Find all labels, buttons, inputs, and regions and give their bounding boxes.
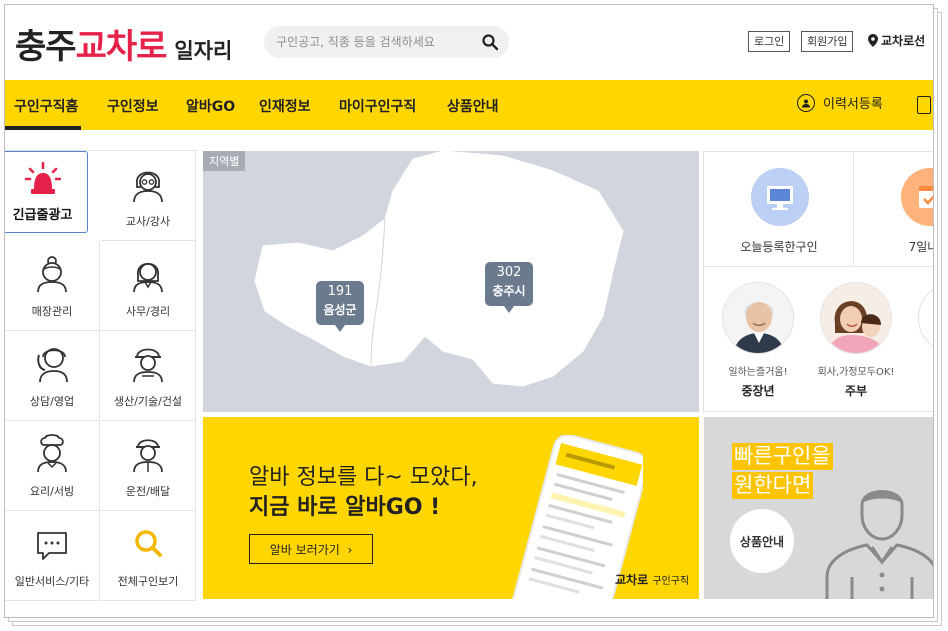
region-map-shape xyxy=(254,151,624,387)
social-jobs-link[interactable]: 사회 xyxy=(914,282,933,382)
housewife-jobs-link[interactable]: 회사,가정모두OK! 주부 xyxy=(816,282,896,399)
teacher-icon xyxy=(133,171,163,203)
category-label: 생산/기술/건설 xyxy=(113,395,183,408)
nav-item-jobs[interactable]: 구인정보 xyxy=(107,96,159,116)
location-pin-icon xyxy=(868,34,878,47)
nav-item-albago[interactable]: 알바GO xyxy=(186,96,235,116)
map-pin-chungju[interactable]: 302 충주시 xyxy=(485,262,533,313)
nav-item-talent[interactable]: 인재정보 xyxy=(259,96,311,116)
category-label: 전체구인보기 xyxy=(117,575,179,588)
promo-subheadline: 원한다면 xyxy=(732,472,814,499)
search-icon[interactable] xyxy=(481,33,499,51)
promo-headline: 빠른구인을 xyxy=(732,443,833,470)
header: 충주 교차로 일자리 로그인 회원가입 교차로선 xyxy=(5,5,933,81)
category-label: 긴급줄광고 xyxy=(12,208,73,223)
albago-button[interactable]: 알바 보러가기 › xyxy=(249,534,373,564)
chat-bubble-icon xyxy=(37,532,67,560)
housewife-subtitle: 회사,가정모두OK! xyxy=(817,367,895,378)
albago-button-label: 알바 보러가기 xyxy=(269,542,340,557)
region-map: 지역별 191 음성군 302 충주시 xyxy=(203,151,699,412)
siren-icon xyxy=(24,162,61,194)
category-label: 요리/서빙 xyxy=(29,485,75,498)
login-button[interactable]: 로그인 xyxy=(748,31,791,52)
location-label: 교차로선 xyxy=(881,34,926,48)
category-label: 운전/배달 xyxy=(125,485,171,498)
page-frame: 충주 교차로 일자리 로그인 회원가입 교차로선 구인구직홈 구인정보 알바GO… xyxy=(4,4,934,618)
map-pin-eumseong[interactable]: 191 음성군 xyxy=(316,281,364,332)
fast-hiring-promo[interactable]: 빠른구인을 원한다면 상품안내 xyxy=(704,417,933,599)
banner-brand-sub: 구인구직 xyxy=(652,576,690,587)
category-driver[interactable]: 운전/배달 xyxy=(101,421,196,511)
senior-subtitle: 일하는즐거움! xyxy=(728,367,788,378)
region-name: 충주시 xyxy=(492,284,526,298)
banner-brand-name: 교차로 xyxy=(615,573,649,587)
search-icon xyxy=(135,530,162,557)
category-label: 상담/영업 xyxy=(29,395,75,408)
albago-banner[interactable]: 알바 정보를 다~ 모았다, 지금 바로 알바GO ! 알바 보러가기 › 교차… xyxy=(203,417,699,599)
call-center-icon xyxy=(37,348,68,383)
category-construction[interactable]: 생산/기술/건설 xyxy=(101,331,196,421)
logo-city: 충주 xyxy=(15,27,77,67)
product-info-button[interactable]: 상품안내 xyxy=(730,509,794,573)
nav-item-products[interactable]: 상품안내 xyxy=(447,96,499,116)
category-label: 교사/강사 xyxy=(125,215,171,228)
category-service[interactable]: 일반서비스/기타 xyxy=(5,511,100,601)
banner-subheadline: 지금 바로 알바GO ! xyxy=(249,495,441,520)
chef-icon xyxy=(37,434,67,473)
senior-jobs-link[interactable]: 일하는즐거움! 중장년 xyxy=(718,282,798,399)
join-button[interactable]: 회원가입 xyxy=(801,31,854,52)
resume-icon xyxy=(797,93,815,112)
logo-jobs: 일자리 xyxy=(174,39,233,63)
search-bar xyxy=(264,26,509,58)
housewife-title: 주부 xyxy=(844,384,868,398)
region-count: 302 xyxy=(496,265,522,280)
resume-register-label: 이력서등록 xyxy=(823,97,883,112)
monitor-icon xyxy=(751,168,809,226)
social-avatar xyxy=(918,282,933,354)
chevron-right-icon: › xyxy=(343,542,353,557)
category-cook[interactable]: 요리/서빙 xyxy=(5,421,100,511)
senior-title: 중장년 xyxy=(741,384,775,398)
week-jobs-label: 7일내등 xyxy=(908,240,933,254)
region-count: 191 xyxy=(327,284,353,299)
category-label: 일반서비스/기타 xyxy=(14,575,90,588)
region-name: 음성군 xyxy=(323,303,357,317)
nav-item-my-page[interactable]: 마이구인구직 xyxy=(339,96,416,116)
category-teacher[interactable]: 교사/강사 xyxy=(101,151,196,241)
document-icon[interactable] xyxy=(917,96,931,114)
quick-menu-panel: 오늘등록한구인 7일내등 xyxy=(703,151,933,412)
category-sales[interactable]: 상담/영업 xyxy=(5,331,100,421)
today-jobs-label: 오늘등록한구인 xyxy=(740,240,818,254)
category-office[interactable]: 사무/경리 xyxy=(101,241,196,331)
site-logo[interactable]: 충주 교차로 일자리 xyxy=(15,19,233,67)
construction-worker-icon xyxy=(133,348,163,383)
category-urgent[interactable]: 긴급줄광고 xyxy=(5,151,88,233)
store-manager-icon xyxy=(37,256,67,293)
location-selector[interactable]: 교차로선 xyxy=(868,32,925,49)
calendar-icon xyxy=(901,168,933,226)
category-label: 매장관리 xyxy=(31,305,73,318)
category-store-manager[interactable]: 매장관리 xyxy=(5,241,100,331)
nav-active-indicator xyxy=(5,126,81,130)
quick-menu-top: 오늘등록한구인 7일내등 xyxy=(704,152,933,267)
main-nav: 구인구직홈 구인정보 알바GO 인재정보 마이구인구직 상품안내 이력서등록 xyxy=(5,80,933,130)
search-input[interactable] xyxy=(276,30,471,54)
office-worker-icon xyxy=(133,262,163,293)
category-grid: 긴급줄광고 교사/강사 매장관리 사무/경리 상담/영업 생산/기술/건설 요리… xyxy=(5,150,197,601)
person-illustration xyxy=(825,490,933,599)
week-jobs-link[interactable]: 7일내등 xyxy=(854,152,933,267)
category-all[interactable]: 전체구인보기 xyxy=(101,511,196,601)
nav-item-home[interactable]: 구인구직홈 xyxy=(14,96,78,116)
senior-avatar xyxy=(722,282,794,354)
resume-register-link[interactable]: 이력서등록 xyxy=(797,93,883,112)
map-filter-tag: 지역별 xyxy=(203,151,246,171)
banner-brand: 교차로 구인구직 xyxy=(615,571,689,588)
banner-headline: 알바 정보를 다~ 모았다, xyxy=(249,465,478,490)
logo-brand: 교차로 xyxy=(75,27,168,67)
today-jobs-link[interactable]: 오늘등록한구인 xyxy=(704,152,854,267)
social-subtitle: 사회 xyxy=(914,363,933,378)
driver-icon xyxy=(133,439,163,473)
housewife-avatar xyxy=(820,282,892,354)
category-label: 사무/경리 xyxy=(125,305,171,318)
